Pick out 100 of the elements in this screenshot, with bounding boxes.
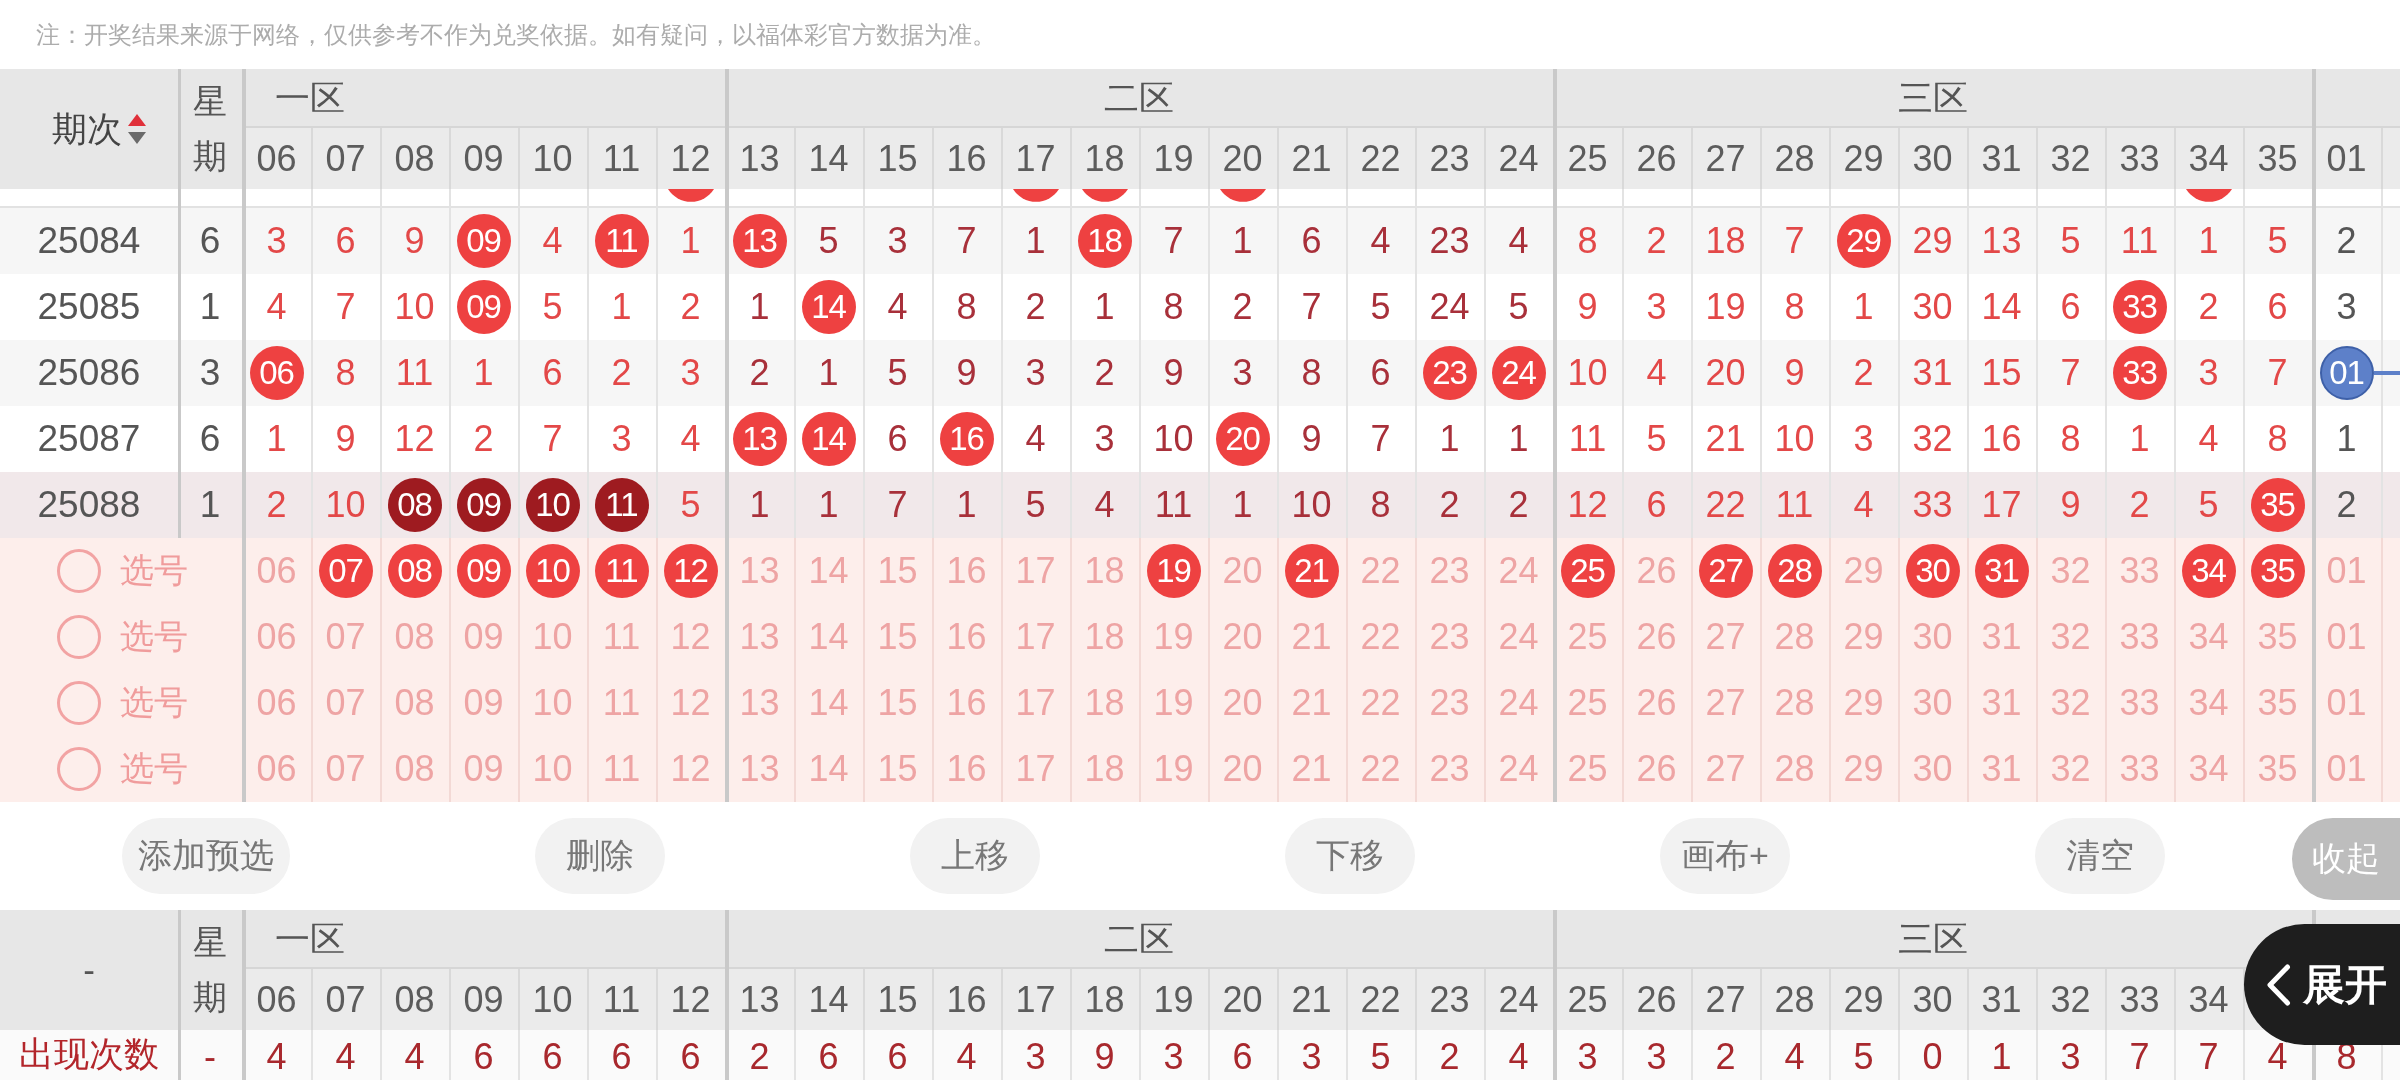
number-option[interactable]: 16: [932, 736, 1001, 802]
number-option[interactable]: 32: [2036, 670, 2105, 736]
number-option[interactable]: 19: [1139, 604, 1208, 670]
number-option[interactable]: 08: [380, 736, 449, 802]
number-option[interactable]: 26: [1622, 736, 1691, 802]
number-option[interactable]: 09: [449, 604, 518, 670]
number-ball[interactable]: 07: [318, 544, 373, 598]
number-option[interactable]: 20: [1208, 604, 1277, 670]
number-option[interactable]: 28: [1760, 604, 1829, 670]
number-option[interactable]: 11: [587, 604, 656, 670]
number-option[interactable]: 34: [2174, 670, 2243, 736]
number-option[interactable]: 18: [1070, 538, 1139, 604]
number-option[interactable]: 12: [656, 736, 725, 802]
number-option[interactable]: 17: [1001, 670, 1070, 736]
number-option[interactable]: 24: [1484, 670, 1553, 736]
number-option[interactable]: 27: [1691, 670, 1760, 736]
number-option[interactable]: 33: [2105, 538, 2174, 604]
radio-button[interactable]: [57, 615, 101, 659]
number-option[interactable]: 14: [794, 736, 863, 802]
number-option[interactable]: 19: [1139, 736, 1208, 802]
number-option[interactable]: 28: [1760, 670, 1829, 736]
action-button[interactable]: 删除: [535, 818, 665, 894]
number-option[interactable]: 17: [1001, 538, 1070, 604]
number-option[interactable]: 31: [1967, 736, 2036, 802]
number-option[interactable]: 09: [449, 670, 518, 736]
number-option[interactable]: 30: [1898, 670, 1967, 736]
number-ball[interactable]: 10: [525, 544, 580, 598]
collapse-button[interactable]: 收起: [2292, 818, 2400, 900]
number-ball[interactable]: 08: [387, 544, 442, 598]
number-option[interactable]: 28: [1760, 736, 1829, 802]
number-option[interactable]: 27: [1691, 604, 1760, 670]
number-option[interactable]: 07: [311, 670, 380, 736]
number-option[interactable]: 13: [725, 736, 794, 802]
number-option[interactable]: 01: [2312, 736, 2381, 802]
number-option[interactable]: 26: [1622, 538, 1691, 604]
number-option[interactable]: 12: [656, 670, 725, 736]
number-ball[interactable]: 34: [2181, 544, 2236, 598]
number-option[interactable]: 07: [311, 736, 380, 802]
number-option[interactable]: 22: [1346, 538, 1415, 604]
number-ball[interactable]: 21: [1284, 544, 1339, 598]
number-option[interactable]: 10: [518, 604, 587, 670]
number-option[interactable]: 14: [794, 538, 863, 604]
action-button[interactable]: 清空: [2035, 818, 2165, 894]
number-ball[interactable]: 30: [1905, 544, 1960, 598]
number-option[interactable]: 15: [863, 604, 932, 670]
number-option[interactable]: 21: [1277, 670, 1346, 736]
number-option[interactable]: 29: [1829, 604, 1898, 670]
number-option[interactable]: 06: [242, 604, 311, 670]
number-option[interactable]: 35: [2243, 670, 2312, 736]
number-ball[interactable]: 25: [1560, 544, 1615, 598]
number-option[interactable]: 12: [656, 604, 725, 670]
number-option[interactable]: 24: [1484, 736, 1553, 802]
number-option[interactable]: 31: [1967, 670, 2036, 736]
action-button[interactable]: 上移: [910, 818, 1040, 894]
number-option[interactable]: 15: [863, 736, 932, 802]
number-option[interactable]: 18: [1070, 604, 1139, 670]
number-option[interactable]: 20: [1208, 670, 1277, 736]
number-option[interactable]: 07: [311, 604, 380, 670]
number-option[interactable]: 14: [794, 670, 863, 736]
number-option[interactable]: 22: [1346, 670, 1415, 736]
number-option[interactable]: 13: [725, 538, 794, 604]
number-option[interactable]: 06: [242, 736, 311, 802]
number-option[interactable]: 01: [2312, 604, 2381, 670]
number-option[interactable]: 25: [1553, 670, 1622, 736]
number-option[interactable]: 06: [242, 670, 311, 736]
number-ball[interactable]: 11: [594, 544, 649, 598]
number-option[interactable]: 33: [2105, 604, 2174, 670]
number-option[interactable]: 20: [1208, 538, 1277, 604]
number-option[interactable]: 23: [1415, 538, 1484, 604]
number-option[interactable]: 06: [242, 538, 311, 604]
number-option[interactable]: 23: [1415, 670, 1484, 736]
number-option[interactable]: 26: [1622, 604, 1691, 670]
number-option[interactable]: 30: [1898, 736, 1967, 802]
number-option[interactable]: 10: [518, 736, 587, 802]
number-option[interactable]: 32: [2036, 604, 2105, 670]
number-option[interactable]: 34: [2174, 604, 2243, 670]
number-option[interactable]: 24: [1484, 538, 1553, 604]
number-option[interactable]: 16: [932, 604, 1001, 670]
number-ball[interactable]: 35: [2250, 544, 2305, 598]
number-option[interactable]: 27: [1691, 736, 1760, 802]
number-option[interactable]: 13: [725, 604, 794, 670]
number-option[interactable]: 25: [1553, 736, 1622, 802]
number-ball[interactable]: 19: [1146, 544, 1201, 598]
number-option[interactable]: 32: [2036, 538, 2105, 604]
number-ball[interactable]: 12: [663, 544, 718, 598]
number-option[interactable]: 17: [1001, 736, 1070, 802]
number-option[interactable]: 22: [1346, 736, 1415, 802]
number-option[interactable]: 08: [380, 604, 449, 670]
number-option[interactable]: 25: [1553, 604, 1622, 670]
number-option[interactable]: 21: [1277, 736, 1346, 802]
number-option[interactable]: 19: [1139, 670, 1208, 736]
number-option[interactable]: 33: [2105, 670, 2174, 736]
number-option[interactable]: 11: [587, 670, 656, 736]
number-option[interactable]: 11: [587, 736, 656, 802]
number-option[interactable]: 18: [1070, 736, 1139, 802]
number-option[interactable]: 21: [1277, 604, 1346, 670]
number-option[interactable]: 01: [2312, 670, 2381, 736]
radio-button[interactable]: [57, 681, 101, 725]
number-option[interactable]: 08: [380, 670, 449, 736]
action-button[interactable]: 画布+: [1660, 818, 1790, 894]
